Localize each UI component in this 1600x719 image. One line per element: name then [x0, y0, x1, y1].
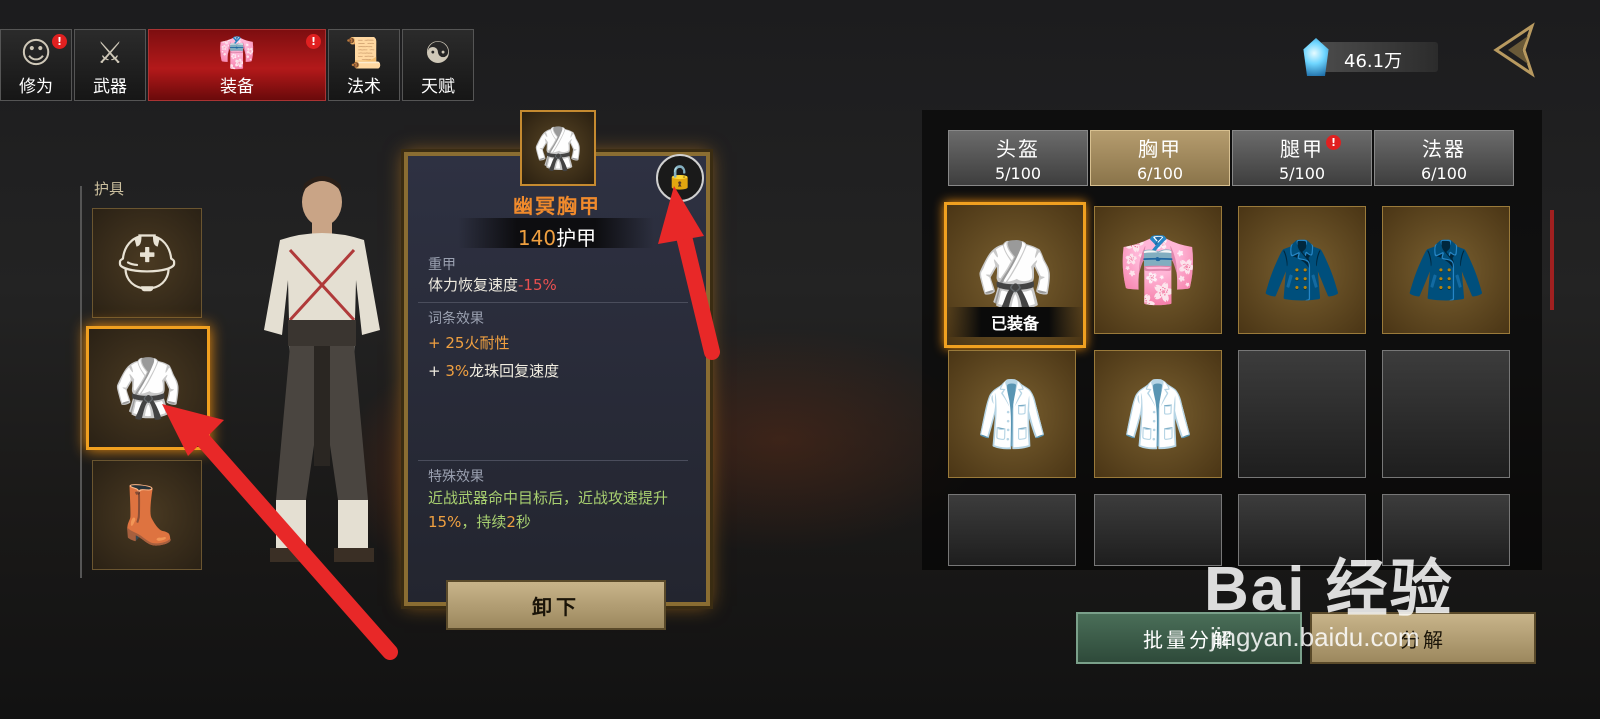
- annotation-arrows: [162, 186, 720, 660]
- annotation-arrow-right: [658, 186, 720, 360]
- annotation-arrow-left: [162, 404, 398, 660]
